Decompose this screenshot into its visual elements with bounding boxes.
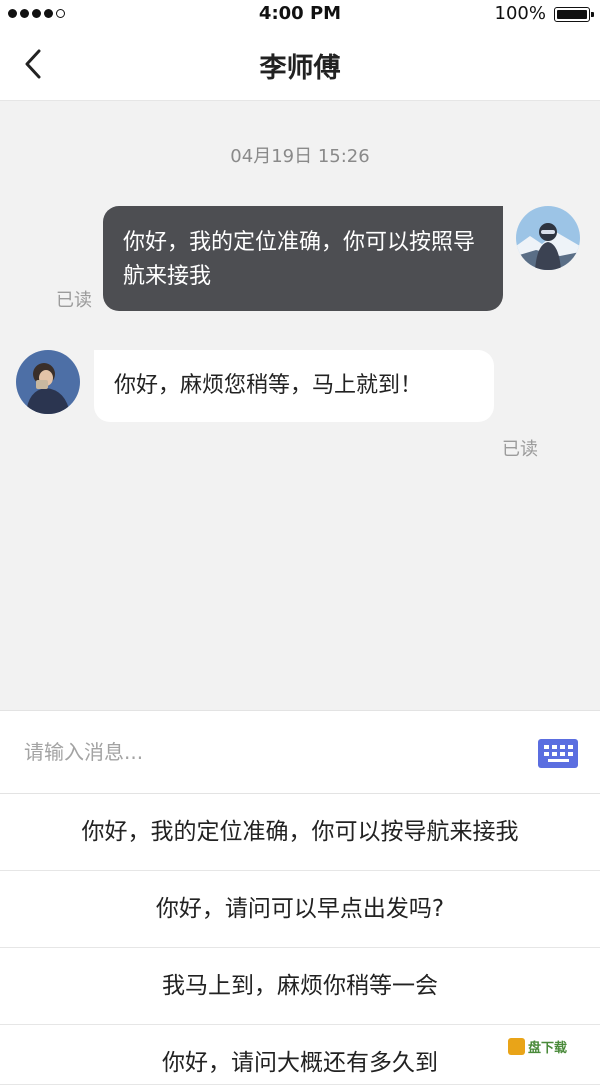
battery-icon xyxy=(554,7,594,22)
nav-bar: 李师傅 xyxy=(0,28,600,101)
battery-percent: 100% xyxy=(494,3,546,24)
my-avatar[interactable] xyxy=(516,206,580,270)
message-input-bar xyxy=(0,710,600,794)
driver-avatar[interactable] xyxy=(16,350,80,414)
logo-icon xyxy=(508,1038,525,1055)
avatar-photo xyxy=(516,206,580,270)
chevron-left-icon xyxy=(25,49,41,79)
read-receipt: 已读 xyxy=(56,290,92,311)
status-bar: 4:00 PM 100% xyxy=(0,0,600,28)
page-title: 李师傅 xyxy=(259,53,341,84)
avatar-photo xyxy=(16,350,80,414)
keyboard-button[interactable] xyxy=(538,739,578,768)
quick-reply-item[interactable]: 我马上到，麻烦你稍等一会 xyxy=(0,948,600,1025)
quick-reply-item[interactable]: 你好，我的定位准确，你可以按导航来接我 xyxy=(0,794,600,871)
watermark-logo: 盘下载 xyxy=(508,1037,567,1056)
read-receipt: 已读 xyxy=(502,439,538,460)
message-input[interactable] xyxy=(22,731,506,773)
watermark-text: 盘下载 xyxy=(528,1041,568,1056)
message-timestamp: 04月19日 15:26 xyxy=(230,146,370,167)
quick-reply-item[interactable]: 你好，请问可以早点出发吗? xyxy=(0,871,600,948)
outgoing-message-bubble[interactable]: 你好，我的定位准确，你可以按照导航来接我 xyxy=(103,206,503,311)
incoming-message-bubble[interactable]: 你好，麻烦您稍等，马上就到！ xyxy=(94,350,494,422)
back-button[interactable] xyxy=(16,46,52,82)
keyboard-icon xyxy=(544,745,573,762)
